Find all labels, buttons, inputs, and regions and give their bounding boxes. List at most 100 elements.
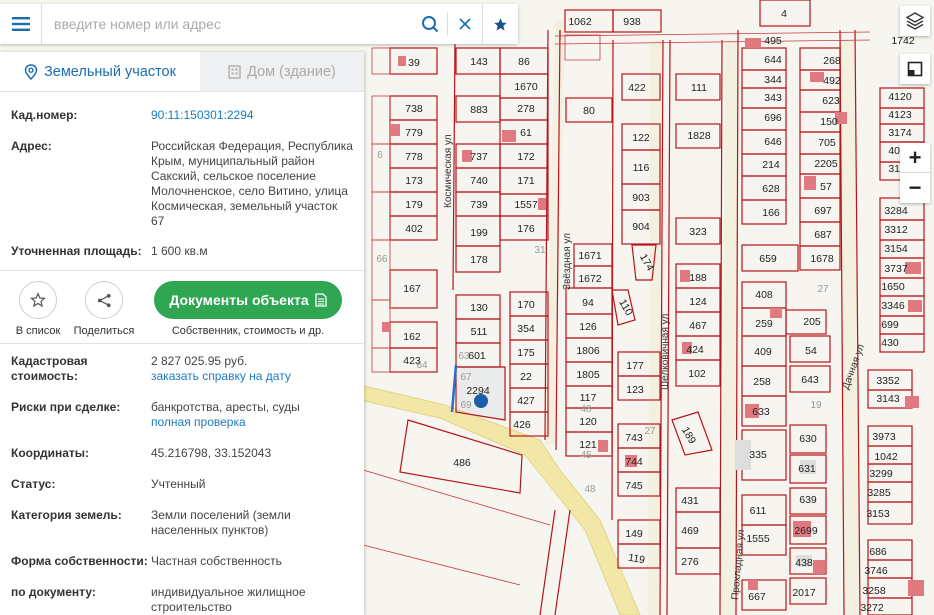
- plot-label[interactable]: 1557: [514, 199, 538, 211]
- plot-label[interactable]: 409: [754, 346, 772, 358]
- search-input[interactable]: [42, 5, 413, 43]
- plot-label[interactable]: 1828: [687, 130, 711, 142]
- plot-label[interactable]: 779: [405, 127, 423, 139]
- plot-label[interactable]: 3284: [884, 205, 908, 217]
- plot-label[interactable]: 659: [759, 253, 777, 265]
- plot-label[interactable]: 123: [626, 384, 644, 396]
- plot-label[interactable]: 601: [468, 350, 486, 362]
- plot-label[interactable]: 170: [517, 299, 535, 311]
- plot-label[interactable]: 3153: [866, 508, 890, 520]
- plot-label[interactable]: 1670: [514, 81, 538, 93]
- plot-label[interactable]: 3973: [872, 431, 896, 443]
- tab-building[interactable]: Дом (здание): [200, 52, 364, 91]
- plot-label[interactable]: 422: [628, 82, 646, 94]
- plot-label[interactable]: 276: [681, 556, 699, 568]
- plot-label[interactable]: 4120: [888, 91, 912, 103]
- plot-label[interactable]: 166: [762, 207, 780, 219]
- plot-label[interactable]: 354: [517, 323, 535, 335]
- plot-label[interactable]: 3143: [876, 393, 900, 405]
- plot-label[interactable]: 162: [403, 331, 421, 343]
- plot-label[interactable]: 130: [470, 302, 488, 314]
- plot-label[interactable]: 737: [470, 151, 488, 163]
- plot-label[interactable]: 699: [881, 319, 899, 331]
- plot-label[interactable]: 495: [764, 35, 782, 47]
- plot-label[interactable]: 467: [689, 320, 707, 332]
- plot-label[interactable]: 628: [762, 183, 780, 195]
- plot-label[interactable]: 268: [823, 55, 841, 67]
- plot-label[interactable]: 630: [799, 433, 817, 445]
- plot-label[interactable]: 2017: [792, 587, 816, 599]
- plot-label[interactable]: 120: [579, 416, 597, 428]
- plot-label[interactable]: 258: [753, 376, 771, 388]
- plot-label[interactable]: 744: [625, 456, 643, 468]
- plot-label[interactable]: 745: [625, 480, 643, 492]
- plot-label[interactable]: 22: [520, 371, 532, 383]
- plot-label[interactable]: 1671: [578, 250, 602, 262]
- plot-label[interactable]: 61: [520, 127, 532, 139]
- plot-label[interactable]: 408: [755, 289, 773, 301]
- plot-label[interactable]: 904: [632, 221, 650, 233]
- plot-label[interactable]: 214: [762, 159, 780, 171]
- plot-label[interactable]: 644: [764, 54, 782, 66]
- order-certificate-link[interactable]: заказать справку на дату: [151, 369, 353, 384]
- plot-label[interactable]: 667: [748, 591, 766, 603]
- plot-label[interactable]: 179: [405, 199, 423, 211]
- plot-label[interactable]: 1650: [881, 281, 905, 293]
- plot-label[interactable]: 646: [764, 136, 782, 148]
- plot-label[interactable]: 426: [513, 419, 531, 431]
- plot-label[interactable]: 643: [801, 374, 819, 386]
- plot-label[interactable]: 424: [686, 344, 704, 356]
- plot-label[interactable]: 80: [583, 105, 595, 117]
- plot-label[interactable]: 1742: [891, 35, 915, 47]
- selected-plot-label[interactable]: 2294: [466, 385, 490, 397]
- plot-label[interactable]: 623: [822, 95, 840, 107]
- plot-label[interactable]: 430: [881, 337, 899, 349]
- plot-label[interactable]: 739: [470, 199, 488, 211]
- plot-label[interactable]: 175: [517, 347, 535, 359]
- plot-label[interactable]: 124: [689, 296, 707, 308]
- plot-label[interactable]: 3737: [884, 263, 908, 275]
- plot-label[interactable]: 3746: [864, 565, 888, 577]
- plot-label[interactable]: 431: [681, 495, 699, 507]
- plot-label[interactable]: 402: [405, 223, 423, 235]
- plot-label[interactable]: 1672: [578, 273, 602, 285]
- plot-label[interactable]: 511: [471, 326, 488, 338]
- plot-label[interactable]: 3258: [862, 585, 886, 597]
- documents-button[interactable]: Документы объекта: [154, 281, 342, 319]
- plot-label[interactable]: 1042: [874, 451, 898, 463]
- plot-label[interactable]: 3285: [867, 487, 891, 499]
- share-button[interactable]: [85, 281, 123, 319]
- zoom-in-button[interactable]: +: [900, 143, 930, 173]
- plot-label[interactable]: 3346: [881, 300, 905, 312]
- plot-label[interactable]: 117: [580, 392, 597, 404]
- search-button[interactable]: [413, 4, 447, 44]
- plot-label[interactable]: 176: [517, 223, 535, 235]
- plot-label[interactable]: 778: [405, 151, 423, 163]
- plot-label[interactable]: 177: [626, 360, 644, 372]
- plot-label[interactable]: 111: [691, 82, 707, 94]
- plot-label[interactable]: 639: [799, 494, 817, 506]
- plot-label[interactable]: 427: [517, 395, 535, 407]
- plot-label[interactable]: 743: [625, 432, 643, 444]
- plot-label[interactable]: 150: [820, 116, 838, 128]
- plot-label[interactable]: 492: [823, 75, 841, 87]
- plot-label[interactable]: 57: [820, 181, 832, 193]
- plot-label[interactable]: 1062: [568, 16, 592, 28]
- plot-label[interactable]: 687: [814, 229, 832, 241]
- plot-label[interactable]: 122: [632, 132, 650, 144]
- plot-label[interactable]: 2205: [814, 158, 838, 170]
- plot-label[interactable]: 3272: [860, 602, 884, 614]
- menu-button[interactable]: [0, 4, 42, 44]
- add-to-list-button[interactable]: [19, 281, 57, 319]
- plot-label[interactable]: 54: [805, 345, 817, 357]
- plot-label[interactable]: 4123: [888, 109, 912, 121]
- plot-label[interactable]: 259: [755, 318, 773, 330]
- plot-label[interactable]: 167: [403, 283, 421, 295]
- plot-label[interactable]: 1678: [810, 253, 834, 265]
- plot-label[interactable]: 883: [470, 104, 488, 116]
- plot-label[interactable]: 705: [818, 137, 836, 149]
- plot-label[interactable]: 903: [632, 192, 650, 204]
- plot-label[interactable]: 1805: [576, 369, 600, 381]
- plot-label[interactable]: 143: [470, 56, 488, 68]
- cad-number-link[interactable]: 90:11:150301:2294: [151, 108, 353, 123]
